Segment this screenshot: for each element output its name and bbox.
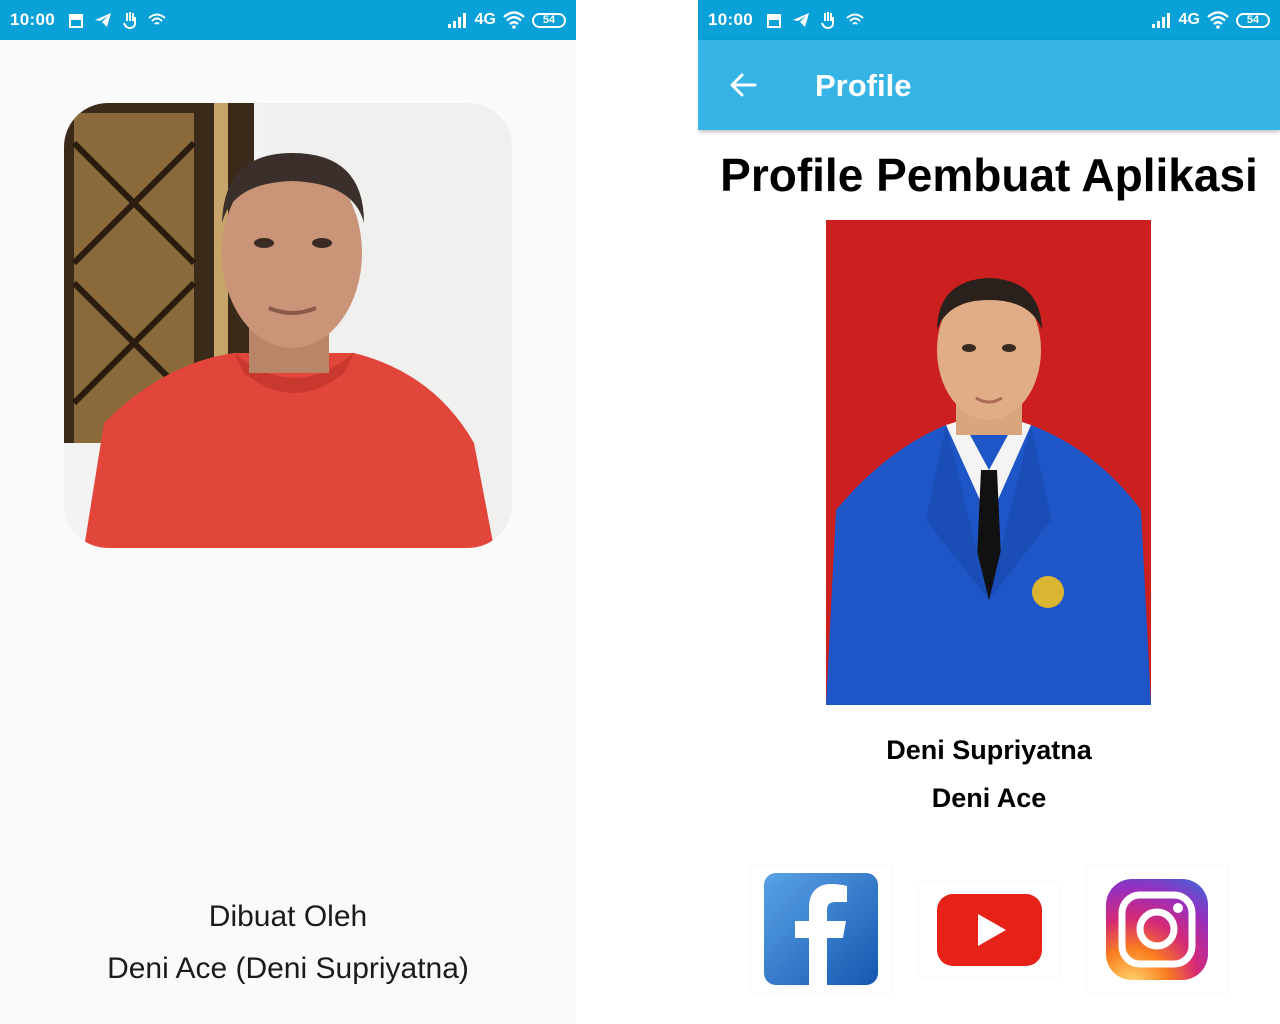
wifi-icon (503, 11, 525, 29)
profile-screen: 10:00 4G 54 Profile Profile Pembuat Apli… (698, 0, 1280, 1024)
formal-profile-photo (826, 220, 1151, 705)
hand-icon (123, 12, 136, 29)
facebook-icon (764, 873, 878, 985)
wifi-icon (1207, 11, 1229, 29)
credit-label: Dibuat Oleh (208, 900, 368, 933)
status-bar: 10:00 4G 54 (698, 0, 1280, 40)
nickname: Deni Ace (931, 783, 1047, 813)
wifi-small-icon (148, 13, 166, 25)
network-type: 4G (1178, 11, 1200, 28)
wifi-small-icon (846, 13, 864, 25)
signal-icon (1151, 13, 1170, 28)
store-icon (767, 14, 781, 28)
telegram-icon (95, 13, 111, 27)
battery-level: 54 (542, 14, 556, 26)
app-bar-title: Profile (815, 68, 912, 103)
hand-icon (821, 12, 834, 29)
status-time: 10:00 (10, 10, 55, 29)
back-arrow-icon[interactable] (728, 70, 758, 100)
telegram-icon (793, 13, 809, 27)
full-name: Deni Supriyatna (886, 735, 1092, 765)
battery-icon: 54 (532, 12, 566, 28)
status-bar: 10:00 4G 54 (0, 0, 576, 40)
page-title: Profile Pembuat Aplikasi (720, 149, 1258, 201)
battery-level: 54 (1246, 14, 1260, 26)
store-icon (69, 14, 83, 28)
battery-icon: 54 (1236, 12, 1270, 28)
network-type: 4G (474, 11, 496, 28)
instagram-button[interactable] (1087, 866, 1227, 992)
casual-profile-photo (64, 103, 512, 548)
youtube-icon (937, 894, 1042, 966)
facebook-button[interactable] (751, 866, 891, 992)
credit-author: Deni Ace (Deni Supriyatna) (107, 952, 469, 985)
app-bar: Profile (698, 40, 1280, 130)
splash-screen: 10:00 4G 54 Dibuat Oleh Deni Ace (Deni S… (0, 0, 576, 1024)
instagram-icon (1106, 879, 1208, 980)
signal-icon (447, 13, 466, 28)
status-time: 10:00 (708, 10, 753, 29)
youtube-button[interactable] (919, 883, 1059, 976)
